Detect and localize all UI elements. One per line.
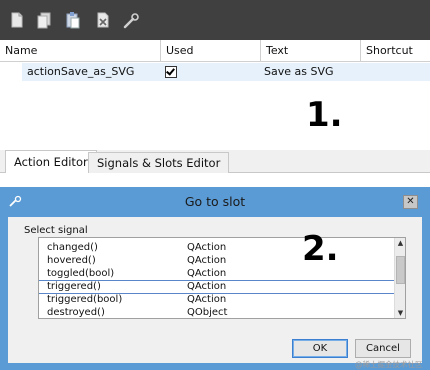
ok-button[interactable]: OK <box>292 339 348 358</box>
column-header-shortcut[interactable]: Shortcut <box>360 40 430 62</box>
dialog-titlebar[interactable]: Go to slot ✕ <box>0 187 430 217</box>
column-header-name[interactable]: Name <box>0 40 160 62</box>
actions-table-header: Name Used Text Shortcut <box>0 40 430 62</box>
annotation-step-1: 1. <box>306 95 343 135</box>
signal-class: QAction <box>187 294 227 305</box>
checkmark-icon <box>166 66 175 76</box>
list-item[interactable]: toggled(bool) QAction <box>39 268 395 280</box>
paste-icon[interactable] <box>64 10 82 30</box>
signal-class: QObject <box>187 307 228 318</box>
signal-name: toggled(bool) <box>47 268 115 279</box>
column-header-text[interactable]: Text <box>260 40 360 62</box>
dialog-body: Select signal changed() QAction hovered(… <box>8 217 422 363</box>
signal-name: triggered() <box>47 281 101 292</box>
signal-class: QAction <box>187 242 227 253</box>
annotation-step-2: 2. <box>302 229 339 269</box>
tab-action-editor[interactable]: Action Editor <box>5 150 97 174</box>
signal-class: QAction <box>187 281 227 292</box>
cancel-button[interactable]: Cancel <box>355 339 411 358</box>
signal-list-scrollbar[interactable]: ▲ ▼ <box>394 238 405 318</box>
close-button[interactable]: ✕ <box>403 195 418 209</box>
signal-name: hovered() <box>47 255 96 266</box>
column-header-used[interactable]: Used <box>160 40 260 62</box>
spacer <box>0 173 430 187</box>
action-name-cell: actionSave_as_SVG <box>27 65 135 78</box>
signal-list[interactable]: changed() QAction hovered() QAction togg… <box>38 237 406 319</box>
copy-icon[interactable] <box>35 10 53 30</box>
list-item-selected[interactable]: triggered() QAction <box>39 280 396 294</box>
used-checkbox[interactable] <box>165 66 177 78</box>
action-text-cell: Save as SVG <box>264 65 334 78</box>
signal-class: QAction <box>187 268 227 279</box>
list-item[interactable]: destroyed() QObject <box>39 307 395 318</box>
signal-class: QAction <box>187 255 227 266</box>
new-document-icon[interactable] <box>8 10 26 30</box>
signal-name: changed() <box>47 242 98 253</box>
configure-icon[interactable] <box>122 10 140 30</box>
dialog-title: Go to slot <box>184 194 246 209</box>
table-row[interactable]: actionSave_as_SVG Save as SVG <box>0 63 430 81</box>
signal-name: triggered(bool) <box>47 294 123 305</box>
row-indent <box>0 63 22 81</box>
scroll-up-icon[interactable]: ▲ <box>395 238 405 248</box>
list-item[interactable]: triggered(bool) QAction <box>39 294 395 306</box>
scroll-thumb[interactable] <box>396 256 405 284</box>
tab-signals-slots-editor[interactable]: Signals & Slots Editor <box>88 152 230 173</box>
go-to-slot-dialog: Go to slot ✕ Select signal changed() QAc… <box>0 187 430 370</box>
delete-icon[interactable] <box>94 10 112 30</box>
list-item[interactable]: changed() QAction <box>39 242 395 254</box>
scroll-down-icon[interactable]: ▼ <box>395 308 405 318</box>
watermark: @稀土掘金技术社区 <box>355 360 423 369</box>
select-signal-label: Select signal <box>24 225 88 236</box>
list-item[interactable]: hovered() QAction <box>39 255 395 267</box>
action-editor-toolbar <box>0 0 430 40</box>
signal-name: destroyed() <box>47 307 105 318</box>
